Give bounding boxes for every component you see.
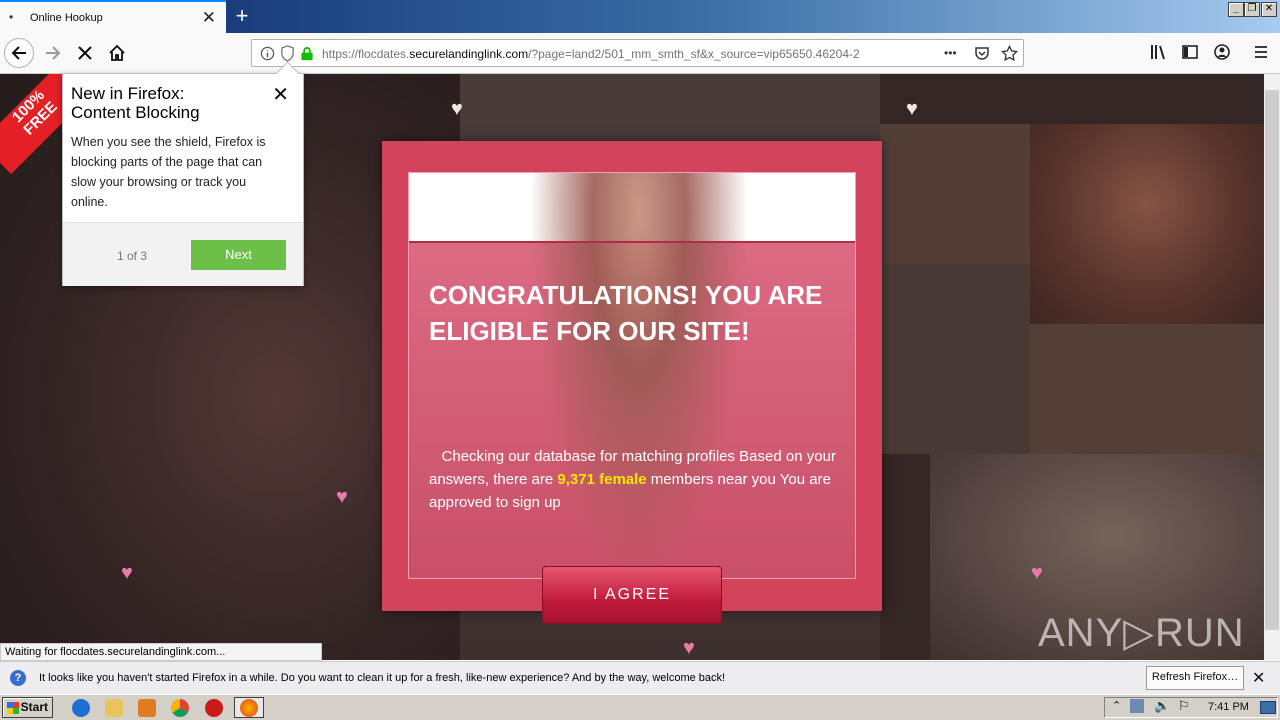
forward-icon <box>46 46 61 60</box>
refresh-notification-bar: ? It looks like you haven't started Fire… <box>0 661 1280 694</box>
notification-text: It looks like you haven't started Firefo… <box>39 672 726 684</box>
popup-close-button[interactable]: ✕ <box>272 82 289 107</box>
eligibility-modal: CONGRATULATIONS! YOU ARE ELIGIBLE FOR OU… <box>382 141 882 624</box>
popup-title: New in Firefox: Content Blocking <box>71 84 200 122</box>
heart-icon: ♥ <box>683 637 695 659</box>
chrome-icon[interactable] <box>171 699 189 717</box>
sidebar-icon[interactable] <box>1181 43 1199 61</box>
back-button[interactable] <box>4 38 34 68</box>
modal-content: CONGRATULATIONS! YOU ARE ELIGIBLE FOR OU… <box>408 172 856 579</box>
heart-icon: ♥ <box>451 98 463 120</box>
firefox-icon <box>240 699 258 717</box>
stop-icon <box>78 46 92 60</box>
restore-button[interactable]: ❐ <box>1244 2 1260 17</box>
heart-icon: ♥ <box>336 486 348 508</box>
agree-button[interactable]: I AGREE <box>542 566 722 624</box>
star-icon[interactable] <box>1001 45 1018 62</box>
tab-strip: • Online Hookup ✕ + _ ❐ ✕ <box>0 0 1280 33</box>
account-icon[interactable] <box>1213 43 1231 61</box>
page-actions-button[interactable]: ••• <box>944 46 957 60</box>
heart-icon: ♥ <box>1031 562 1043 584</box>
tab-loading-icon: • <box>9 10 14 24</box>
popup-step-counter: 1 of 3 <box>117 249 148 263</box>
congrats-headline: CONGRATULATIONS! YOU ARE ELIGIBLE FOR OU… <box>429 280 823 346</box>
windows-taskbar: Start ⌃ 🔈 ⚐ 7:41 PM <box>0 694 1280 720</box>
tab-close-button[interactable]: ✕ <box>202 8 216 28</box>
info-icon[interactable] <box>260 46 275 61</box>
popup-footer: 1 of 3 Next <box>63 222 303 286</box>
back-icon <box>11 46 26 60</box>
home-button[interactable] <box>102 38 132 68</box>
minimize-button[interactable]: _ <box>1228 2 1244 17</box>
media-player-icon[interactable] <box>138 699 156 717</box>
notification-close-button[interactable]: ✕ <box>1252 668 1265 688</box>
library-icon[interactable] <box>1149 43 1167 61</box>
navigation-toolbar: https://flocdates.securelandinglink.com/… <box>0 33 1280 74</box>
pocket-icon[interactable] <box>974 46 990 61</box>
heart-icon: ♥ <box>121 562 133 584</box>
content-blocking-popup: New in Firefox: Content Blocking ✕ When y… <box>62 61 304 286</box>
new-tab-button[interactable]: + <box>230 3 254 29</box>
url-bar[interactable]: https://flocdates.securelandinglink.com/… <box>251 39 1024 67</box>
lock-icon[interactable] <box>300 46 314 61</box>
url-text[interactable]: https://flocdates.securelandinglink.com/… <box>322 47 912 61</box>
folder-icon[interactable] <box>105 699 123 717</box>
firefox-taskbar-button[interactable] <box>234 697 264 718</box>
show-desktop-icon[interactable] <box>1260 701 1276 714</box>
heart-icon: ♥ <box>906 98 918 120</box>
windows-logo-icon <box>7 702 19 714</box>
network-icon[interactable] <box>1130 699 1144 713</box>
model-photo <box>529 173 749 578</box>
flag-icon[interactable]: ⚐ <box>1178 698 1190 714</box>
window-close-button[interactable]: ✕ <box>1261 2 1277 17</box>
ie-icon[interactable] <box>72 699 90 717</box>
tab-online-hookup[interactable]: • Online Hookup ✕ <box>0 0 226 33</box>
female-count: 9,371 female <box>557 471 647 488</box>
shield-icon[interactable] <box>280 45 295 62</box>
anyrun-watermark: ANY▷RUN <box>1038 611 1245 655</box>
volume-icon[interactable]: 🔈 <box>1154 698 1170 714</box>
tray-expand-icon[interactable]: ⌃ <box>1112 699 1121 712</box>
scrollbar-thumb[interactable] <box>1265 90 1279 630</box>
match-message: Checking our database for matching profi… <box>429 448 836 511</box>
forward-button[interactable] <box>38 38 68 68</box>
divider <box>409 241 855 243</box>
opera-icon[interactable] <box>205 699 223 717</box>
home-icon <box>109 44 125 61</box>
tab-title: Online Hookup <box>30 12 103 24</box>
info-icon: ? <box>10 670 26 686</box>
start-button[interactable]: Start <box>2 697 53 718</box>
popup-next-button[interactable]: Next <box>191 240 286 270</box>
clock: 7:41 PM <box>1208 701 1249 713</box>
stop-button[interactable] <box>70 38 100 68</box>
menu-icon[interactable] <box>1252 43 1270 61</box>
status-text: Waiting for flocdates.securelandinglink.… <box>0 643 322 661</box>
popup-body: When you see the shield, Firefox is bloc… <box>71 135 266 209</box>
refresh-firefox-button[interactable]: Refresh Firefox… <box>1146 666 1244 690</box>
